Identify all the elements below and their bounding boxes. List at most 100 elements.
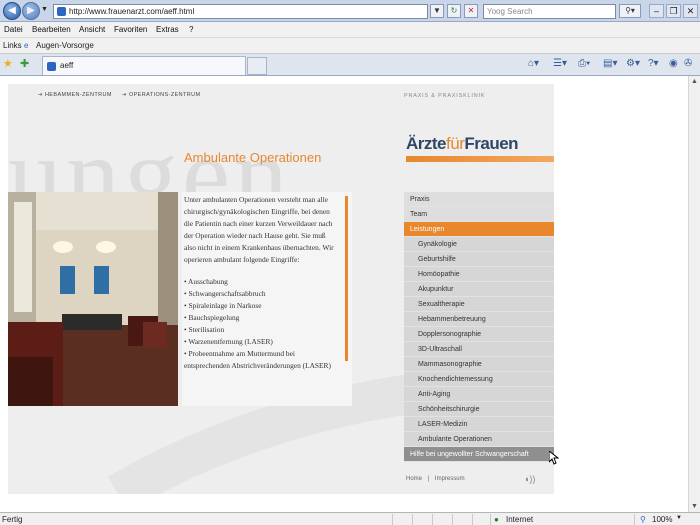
sidebar-item-dopplersonographie[interactable]: Dopplersonographie — [404, 327, 554, 342]
list-item-text: Sterilisation — [188, 325, 225, 335]
menu-bearbeiten[interactable]: Bearbeiten — [32, 25, 71, 34]
menu-datei[interactable]: Datei — [4, 25, 23, 34]
nav-operations-zentrum[interactable]: OPERATIONS-ZENTRUM — [122, 92, 201, 98]
research-icon[interactable]: ◉ — [669, 58, 678, 69]
url-input[interactable]: http://www.frauenarzt.com/aeff.html — [53, 4, 428, 19]
site-logo[interactable]: ÄrztefürFrauen — [406, 134, 554, 164]
sidebar-item-hebammenbetreuung[interactable]: Hebammenbetreuung — [404, 312, 554, 327]
home-icon[interactable]: ⌂▾ — [528, 58, 539, 69]
status-divider — [432, 514, 433, 525]
menu-ansicht[interactable]: Ansicht — [79, 25, 105, 34]
content-panel: Unter ambulanten Operationen versteht ma… — [182, 192, 352, 406]
search-input[interactable]: Yoog Search — [483, 4, 616, 19]
url-text: http://www.frauenarzt.com/aeff.html — [69, 7, 195, 16]
minimize-icon[interactable]: – — [649, 4, 664, 18]
back-button[interactable]: ◀ — [3, 2, 21, 20]
tab-title: aeff — [60, 61, 74, 70]
content-scrollbar[interactable] — [345, 196, 348, 361]
sidebar-item-gynäkologie[interactable]: Gynäkologie — [404, 237, 554, 252]
url-dropdown-button[interactable]: ▼ — [430, 4, 444, 18]
scroll-up-icon[interactable]: ▲ — [691, 78, 698, 85]
tab-favicon-icon — [47, 62, 56, 71]
sidebar-item-team[interactable]: Team — [404, 207, 554, 222]
list-item: • Bauchspiegelung — [184, 313, 240, 323]
sidebar-item-praxis[interactable]: Praxis — [404, 192, 554, 207]
help-icon[interactable]: ?▾ — [648, 58, 659, 69]
status-bar: Fertig ● Internet ⚲ 100% ▼ — [0, 512, 700, 525]
close-icon[interactable]: ✕ — [683, 4, 698, 18]
zoom-dropdown-icon[interactable]: ▼ — [676, 515, 682, 521]
restore-icon[interactable]: ❐ — [666, 4, 681, 18]
site-footer: Home | Impressum — [406, 476, 465, 482]
praxis-label: PRAXIS & PRAXISKLINIK — [404, 93, 486, 99]
mouse-cursor-icon — [549, 451, 559, 465]
new-tab-button[interactable] — [247, 57, 267, 75]
sidebar-item-mammasonographie[interactable]: Mammasonographie — [404, 357, 554, 372]
zoom-icon: ⚲ — [640, 515, 646, 524]
extension-icon[interactable]: ✇ — [684, 58, 692, 69]
intro-paragraph: Unter ambulanten Operationen versteht ma… — [184, 195, 334, 264]
link-augen-vorsorge[interactable]: Augen-Vorsorge — [36, 41, 94, 50]
list-item-text: Schwangerschaftsabbruch — [188, 289, 266, 299]
footer-impressum-link[interactable]: Impressum — [435, 476, 465, 482]
vertical-scrollbar[interactable]: ▲ ▼ — [688, 76, 700, 512]
sidebar-item-geburtshilfe[interactable]: Geburtshilfe — [404, 252, 554, 267]
tab-aeff[interactable]: aeff — [42, 56, 246, 75]
sidebar-item-homöopathie[interactable]: Homöopathie — [404, 267, 554, 282]
sidebar-item-sexualtherapie[interactable]: Sexualtherapie — [404, 297, 554, 312]
sidebar-item-schönheitschirurgie[interactable]: Schönheitschirurgie — [404, 402, 554, 417]
sidebar-item-leistungen[interactable]: Leistungen — [404, 222, 554, 237]
footer-home-link[interactable]: Home — [406, 476, 422, 482]
sidebar-item-anti-aging[interactable]: Anti-Aging — [404, 387, 554, 402]
menu-favoriten[interactable]: Favoriten — [114, 25, 147, 34]
globe-icon: ● — [494, 515, 499, 524]
status-divider — [392, 514, 393, 525]
links-bar: Links e Augen-Vorsorge — [0, 38, 700, 54]
sidebar-item-3d-ultraschall[interactable]: 3D-Ultraschall — [404, 342, 554, 357]
print-icon[interactable]: ⎙▾ — [578, 58, 590, 69]
feeds-icon[interactable]: ☰▾ — [553, 58, 567, 69]
waiting-room-photo — [8, 192, 178, 406]
link-favicon-icon: e — [24, 41, 29, 50]
logo-part2: für — [446, 134, 465, 153]
nav-hebammen-zentrum[interactable]: HEBAMMEN-ZENTRUM — [38, 92, 112, 98]
site-favicon-icon — [57, 7, 66, 16]
favorites-star-icon[interactable]: ★ — [3, 57, 13, 70]
logo-text: ÄrztefürFrauen — [406, 134, 519, 154]
status-divider — [412, 514, 413, 525]
address-bar: ◀ ▶ ▼ http://www.frauenarzt.com/aeff.htm… — [0, 0, 700, 22]
sidebar-item-akupunktur[interactable]: Akupunktur — [404, 282, 554, 297]
list-item-text: Bauchspiegelung — [188, 313, 240, 323]
forward-button[interactable]: ▶ — [22, 2, 40, 20]
list-item: • Sterilisation — [184, 325, 225, 335]
refresh-icon[interactable]: ↻ — [447, 4, 461, 18]
stop-icon[interactable]: ✕ — [464, 4, 478, 18]
list-item: • Probeentnahme am Muttermund bei entspr… — [184, 348, 331, 370]
sidebar-item-laser-medizin[interactable]: LASER-Medizin — [404, 417, 554, 432]
status-divider — [490, 514, 491, 525]
page-icon[interactable]: ▤▾ — [603, 58, 617, 69]
speaker-icon[interactable]: ◖)) — [524, 474, 535, 484]
links-label: Links — [3, 41, 22, 50]
zoom-level[interactable]: 100% — [652, 515, 672, 524]
sidebar-item-hilfe-bei-ungewollter-schwangerschaft[interactable]: Hilfe bei ungewollter Schwangerschaft — [404, 447, 554, 462]
menu-extras[interactable]: Extras — [156, 25, 179, 34]
list-item: • Warzenentfernung (LASER) — [184, 336, 273, 346]
search-icon[interactable]: ⚲▾ — [619, 4, 641, 18]
tools-gear-icon[interactable]: ⚙▾ — [626, 58, 640, 69]
list-item-text: Spiraleinlage in Narkose — [188, 301, 262, 311]
bullet-list: • Ausschabung • Schwangerschaftsabbruch … — [184, 276, 339, 371]
list-item: • Schwangerschaftsabbruch — [184, 289, 266, 299]
page-title: Ambulante Operationen — [184, 150, 322, 165]
list-item-text: Probeentnahme am Muttermund bei entsprec… — [184, 348, 331, 370]
menu-help[interactable]: ? — [189, 25, 193, 34]
footer-separator: | — [427, 476, 430, 482]
add-favorite-icon[interactable]: ✚ — [20, 57, 29, 70]
history-dropdown-icon[interactable]: ▼ — [41, 6, 48, 13]
list-item: • Spiraleinlage in Narkose — [184, 301, 262, 311]
sidebar-item-ambulante-operationen[interactable]: Ambulante Operationen — [404, 432, 554, 447]
scroll-down-icon[interactable]: ▼ — [691, 503, 698, 510]
sidebar-item-knochendichtemessung[interactable]: Knochendichtemessung — [404, 372, 554, 387]
menu-bar: Datei Bearbeiten Ansicht Favoriten Extra… — [0, 22, 700, 38]
